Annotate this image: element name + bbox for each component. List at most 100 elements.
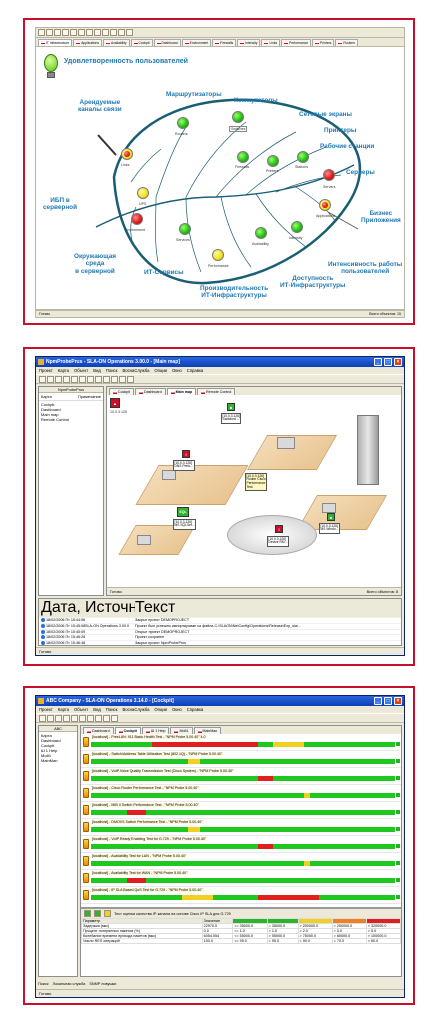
close-button[interactable]: × xyxy=(394,358,402,366)
status-servers-red[interactable] xyxy=(323,169,335,181)
find-icon[interactable] xyxy=(87,714,94,722)
nav-item[interactable]: MainMan xyxy=(41,758,75,763)
menu-item-3[interactable]: Вид xyxy=(93,707,101,712)
tab-1[interactable]: Cockpit xyxy=(114,727,141,734)
menu-item-8[interactable]: Справка xyxy=(187,368,203,373)
device-icon-windows[interactable]: ■ xyxy=(327,513,335,521)
maximize-button[interactable]: □ xyxy=(384,697,392,705)
paste-icon[interactable] xyxy=(78,29,85,36)
tab-8[interactable]: Links xyxy=(261,39,281,46)
menu-item-0[interactable]: Проект xyxy=(39,368,53,373)
menu-item-5[interactable]: ВоснаСлужба xyxy=(122,368,149,373)
menu-item-7[interactable]: Окно xyxy=(172,707,182,712)
status-printers-green[interactable] xyxy=(267,155,279,167)
print-icon[interactable] xyxy=(86,29,93,36)
copy-icon[interactable] xyxy=(63,714,70,722)
tab-6[interactable]: Firewalls xyxy=(212,39,237,46)
menu-item-7[interactable]: Окно xyxy=(172,368,182,373)
zoom-icon[interactable] xyxy=(95,714,102,722)
status-ups-yellow[interactable] xyxy=(137,187,149,199)
print-icon[interactable] xyxy=(79,714,86,722)
menu-item-4[interactable]: Поиск xyxy=(106,368,118,373)
copy-icon[interactable] xyxy=(70,29,77,36)
test-row[interactable]: [localhost] - Availability Test for WAN … xyxy=(81,870,401,887)
node-device-rm[interactable]: [10.0.3.126] Device RM... xyxy=(267,536,289,547)
grid-icon[interactable] xyxy=(111,375,118,383)
tab-4[interactable]: Dashboard xyxy=(153,39,181,46)
close-button[interactable]: × xyxy=(394,697,402,705)
table-row[interactable]: Число RES операций 100.0 <= 95.0 < 95.0 < 90… xyxy=(81,938,401,944)
menu-item-1[interactable]: Карта xyxy=(58,707,69,712)
refresh-icon[interactable] xyxy=(103,714,110,722)
maximize-button[interactable]: □ xyxy=(384,358,392,366)
tab-2[interactable]: Main map xyxy=(166,388,197,395)
menu-item-2[interactable]: Объект xyxy=(74,368,88,373)
print-icon[interactable] xyxy=(79,375,86,383)
tab-2[interactable]: Availability xyxy=(103,39,130,46)
status-stations-green[interactable] xyxy=(297,151,309,163)
node-router[interactable]: [10.0.3.126] Router Cisco Performance Te… xyxy=(245,473,268,492)
help-icon[interactable] xyxy=(111,714,118,722)
status-services-green[interactable] xyxy=(179,223,191,235)
test-row[interactable]: [localhost] - Switch/Address Table Utili… xyxy=(81,751,401,768)
menu-item-5[interactable]: ВоснаСлужба xyxy=(122,707,149,712)
tab-9[interactable]: Performance xyxy=(281,39,312,46)
tab-2[interactable]: Ш 1 Help xyxy=(141,727,170,734)
node-mssql[interactable]: [10.0.3.126] MS SQLSer... xyxy=(173,519,197,530)
bottom-tab-1[interactable]: Локальная служба xyxy=(53,982,86,986)
search-icon[interactable] xyxy=(126,29,133,36)
minimize-button[interactable]: _ xyxy=(374,697,382,705)
paste-icon[interactable] xyxy=(71,714,78,722)
tab-0[interactable]: Dashboard xyxy=(83,727,114,734)
tab-1[interactable]: Dashboard xyxy=(134,388,166,395)
save-icon[interactable] xyxy=(54,29,61,36)
help-icon[interactable] xyxy=(118,29,125,36)
paste-icon[interactable] xyxy=(71,375,78,383)
device-icon-dns[interactable]: ! xyxy=(182,450,190,458)
status-availability-green[interactable] xyxy=(255,227,267,239)
tab-3[interactable]: Remote Control xyxy=(197,388,236,395)
new-icon[interactable] xyxy=(38,29,45,36)
node-switched[interactable]: [10.0.3.126] Switched ... xyxy=(221,413,242,424)
bottom-tab-2[interactable]: SNMP ловушки xyxy=(89,982,116,986)
grid-icon[interactable] xyxy=(102,29,109,36)
tab-5[interactable]: Environment xyxy=(181,39,212,46)
test-row[interactable]: [localhost] - IP SLA Based QoS Test for … xyxy=(81,887,401,904)
new-icon[interactable] xyxy=(39,714,46,722)
find-icon[interactable] xyxy=(87,375,94,383)
link-icon[interactable] xyxy=(110,29,117,36)
test-row[interactable]: [localhost] - VoIP Voice Quality Transmi… xyxy=(81,768,401,785)
test-row[interactable]: [localhost] - DMOVS Switch Performance T… xyxy=(81,819,401,836)
menu-item-1[interactable]: Карта xyxy=(58,368,69,373)
refresh-icon[interactable] xyxy=(103,375,110,383)
link-icon[interactable] xyxy=(119,375,126,383)
menu-item-2[interactable]: Объект xyxy=(74,707,88,712)
bottom-tab-0[interactable]: Поиск xyxy=(38,982,49,986)
tab-3[interactable]: Cockpit xyxy=(130,39,153,46)
menu-item-6[interactable]: Опции xyxy=(154,707,167,712)
open-icon[interactable] xyxy=(46,29,53,36)
minimize-button[interactable]: _ xyxy=(374,358,382,366)
test-row[interactable]: [localhost] - FreeLAN: 911 Basic Health … xyxy=(81,734,401,751)
status-environment-red[interactable] xyxy=(131,213,143,225)
status-firewalls-green[interactable] xyxy=(237,151,249,163)
sql-icon[interactable]: SQL xyxy=(177,507,189,517)
tab-10[interactable]: Printers xyxy=(312,39,335,46)
log-row[interactable]: 18/02/2006 Пт 15:46:48 Закрыт проект NpmP… xyxy=(39,641,401,645)
status-performance-yellow[interactable] xyxy=(212,249,224,261)
test-row[interactable]: [localhost] - MIB II Switch Performance … xyxy=(81,802,401,819)
menu-item-3[interactable]: Вид xyxy=(93,368,101,373)
cut-icon[interactable] xyxy=(55,375,62,383)
new-icon[interactable] xyxy=(39,375,46,383)
zoom-icon[interactable] xyxy=(94,29,101,36)
node-dns[interactable]: [10.0.3.126] DNS Perfo... xyxy=(173,460,195,471)
tab-0[interactable]: IT Infrastructure xyxy=(38,39,73,46)
menu-item-6[interactable]: Опции xyxy=(154,368,167,373)
tab-11[interactable]: Routers xyxy=(335,39,358,46)
tab-7[interactable]: Intensity xyxy=(237,39,261,46)
test-row[interactable]: [localhost] - Availability Test for LAN … xyxy=(81,853,401,870)
cut-icon[interactable] xyxy=(62,29,69,36)
save-icon[interactable] xyxy=(47,375,54,383)
tab-4[interactable]: MainMan xyxy=(193,727,222,734)
status-routers-green[interactable] xyxy=(177,117,189,129)
